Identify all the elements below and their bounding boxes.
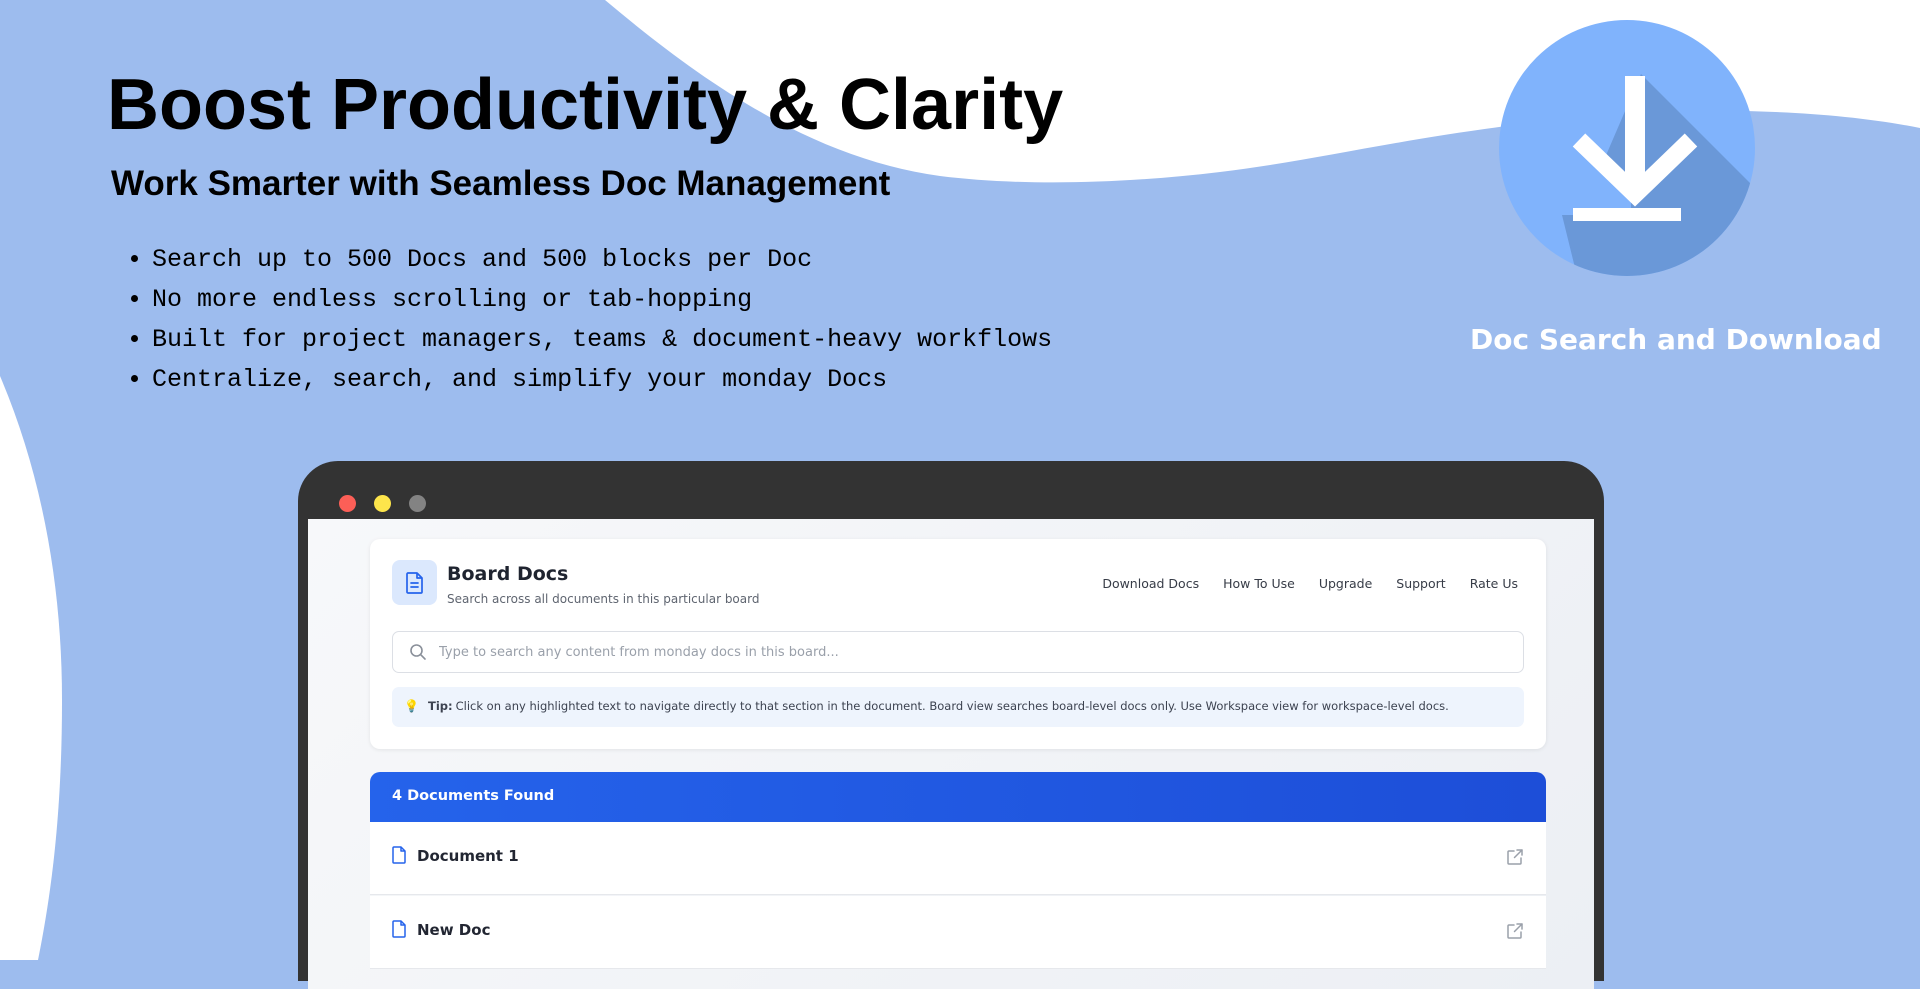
document-name: Document 1	[417, 847, 519, 865]
search-icon	[410, 644, 426, 660]
header-card: Board Docs Search across all documents i…	[370, 539, 1546, 749]
hero-title: Boost Productivity & Clarity	[107, 65, 1064, 145]
search-input[interactable]	[437, 632, 1511, 672]
feature-list: Search up to 500 Docs and 500 blocks per…	[121, 240, 1052, 400]
nav-download-docs[interactable]: Download Docs	[1102, 576, 1199, 591]
hero-subtitle: Work Smarter with Seamless Doc Managemen…	[111, 164, 891, 203]
document-icon	[406, 572, 423, 594]
tip-text: Tip: Click on any highlighted text to nav…	[428, 699, 1449, 713]
feature-item: Search up to 500 Docs and 500 blocks per…	[152, 240, 1052, 280]
lightbulb-icon: 💡	[404, 699, 419, 713]
nav-rate-us[interactable]: Rate Us	[1470, 576, 1518, 591]
file-icon	[392, 920, 406, 938]
feature-item: Centralize, search, and simplify your mo…	[152, 360, 1052, 400]
search-box	[392, 631, 1524, 673]
external-link-icon[interactable]	[1506, 848, 1524, 866]
tip-label: Tip:	[428, 699, 453, 713]
results-count: 4 Documents Found	[392, 788, 555, 804]
download-badge	[1499, 20, 1755, 276]
app-logo	[392, 560, 437, 605]
results-header: 4 Documents Found	[370, 772, 1546, 822]
feature-item: Built for project managers, teams & docu…	[152, 320, 1052, 360]
badge-caption: Doc Search and Download	[1470, 323, 1882, 356]
page-subtitle: Search across all documents in this part…	[447, 592, 760, 606]
nav-support[interactable]: Support	[1396, 576, 1445, 591]
nav-how-to-use[interactable]: How To Use	[1223, 576, 1295, 591]
file-icon	[392, 846, 406, 864]
download-arrow-icon	[1562, 74, 1755, 276]
nav-upgrade[interactable]: Upgrade	[1319, 576, 1372, 591]
document-row[interactable]: Document 1	[370, 822, 1546, 895]
window-minimize-dot	[374, 495, 391, 512]
window-zoom-dot	[409, 495, 426, 512]
tip-banner: 💡 Tip: Click on any highlighted text to n…	[392, 687, 1524, 727]
app-screen: Board Docs Search across all documents i…	[308, 519, 1594, 989]
external-link-icon[interactable]	[1506, 922, 1524, 940]
browser-window-frame: Board Docs Search across all documents i…	[298, 461, 1604, 989]
top-nav: Download Docs How To Use Upgrade Support…	[1102, 576, 1518, 591]
feature-item: No more endless scrolling or tab-hopping	[152, 280, 1052, 320]
document-row[interactable]: New Doc	[370, 896, 1546, 969]
tip-body: Click on any highlighted text to navigat…	[455, 699, 1449, 713]
window-close-dot	[339, 495, 356, 512]
page-title: Board Docs	[447, 563, 569, 585]
document-name: New Doc	[417, 921, 491, 939]
